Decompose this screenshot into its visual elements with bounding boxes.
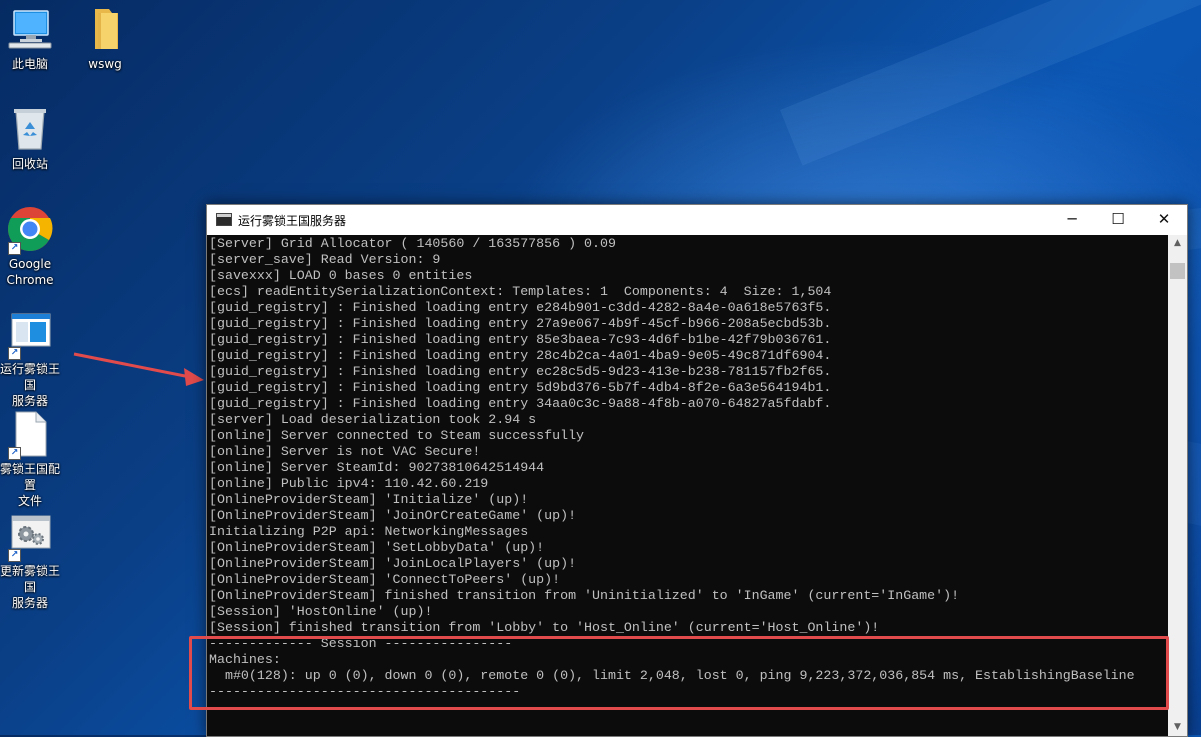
annotation-arrow — [73, 352, 204, 386]
console-line: [savexxx] LOAD 0 bases 0 entities — [209, 268, 473, 283]
console-line: [guid_registry] : Finished loading entry… — [209, 300, 832, 315]
shortcut-arrow-icon: ↗ — [8, 549, 21, 562]
console-line: [online] Server is not VAC Secure! — [209, 444, 481, 459]
text-file-icon: ↗ — [6, 410, 54, 460]
vertical-scrollbar[interactable]: ▲ ▼ — [1168, 235, 1187, 736]
window-title: 运行雾锁王国服务器 — [238, 214, 347, 228]
annotation-highlight-box — [189, 636, 1169, 710]
chrome-icon: ↗ — [6, 205, 54, 255]
folder-icon — [81, 5, 129, 53]
desktop-icon-wswg-folder[interactable]: wswg — [70, 5, 140, 72]
console-line: [guid_registry] : Finished loading entry… — [209, 396, 832, 411]
console-line: [Server] Grid Allocator ( 140560 / 16357… — [209, 236, 616, 251]
recycle-bin-icon — [6, 105, 54, 153]
console-line: [online] Server SteamId: 902738106425149… — [209, 460, 545, 475]
desktop-icon-label: 回收站 — [11, 157, 48, 171]
minimize-button[interactable]: ─ — [1049, 205, 1095, 234]
desktop-icon-recycle-bin[interactable]: 回收站 — [0, 105, 65, 172]
desktop-icon-label: wswg — [88, 57, 122, 71]
console-line: [server_save] Read Version: 9 — [209, 252, 441, 267]
batch-file-icon: ↗ — [6, 310, 54, 360]
console-line: [guid_registry] : Finished loading entry… — [209, 364, 832, 379]
console-line: [server] Load deserialization took 2.94 … — [209, 412, 537, 427]
scroll-down-arrow-icon[interactable]: ▼ — [1168, 719, 1187, 736]
console-line: [OnlineProviderSteam] 'Initialize' (up)! — [209, 492, 529, 507]
console-line: [Session] 'HostOnline' (up)! — [209, 604, 433, 619]
console-line: [OnlineProviderSteam] 'ConnectToPeers' (… — [209, 572, 561, 587]
shortcut-arrow-icon: ↗ — [8, 447, 21, 460]
shortcut-arrow-icon: ↗ — [8, 242, 21, 255]
console-text: [Server] Grid Allocator ( 140560 / 16357… — [207, 235, 1168, 700]
desktop-icon-run-server[interactable]: ↗ 运行雾锁王国 服务器 — [0, 310, 65, 409]
desktop-icon-this-pc[interactable]: 此电脑 — [0, 5, 65, 72]
desktop-icon-google-chrome[interactable]: ↗ Google Chrome — [0, 205, 65, 288]
console-line: [guid_registry] : Finished loading entry… — [209, 380, 832, 395]
console-line: [online] Server connected to Steam succe… — [209, 428, 585, 443]
maximize-button[interactable]: ☐ — [1095, 205, 1141, 234]
console-line: [guid_registry] : Finished loading entry… — [209, 332, 832, 347]
console-line: [Session] finished transition from 'Lobb… — [209, 620, 880, 635]
desktop-icon-label: 雾锁王国配置 文件 — [0, 462, 60, 508]
console-app-icon — [216, 213, 232, 226]
console-line: [guid_registry] : Finished loading entry… — [209, 316, 832, 331]
window-titlebar[interactable]: 运行雾锁王国服务器 ─ ☐ ✕ — [207, 205, 1187, 234]
console-line: [guid_registry] : Finished loading entry… — [209, 348, 832, 363]
console-line: [OnlineProviderSteam] 'SetLobbyData' (up… — [209, 540, 545, 555]
desktop-icon-label: Google Chrome — [6, 257, 54, 287]
desktop-icon-label: 此电脑 — [11, 57, 48, 71]
desktop-icon-update-server[interactable]: ↗ 更新雾锁王国 服务器 — [0, 512, 65, 611]
shortcut-arrow-icon: ↗ — [8, 347, 21, 360]
console-line: [ecs] readEntitySerializationContext: Te… — [209, 284, 832, 299]
wallpaper-light-beam — [780, 0, 1201, 166]
scrollbar-thumb[interactable] — [1170, 263, 1185, 279]
console-line: [OnlineProviderSteam] finished transitio… — [209, 588, 960, 603]
close-button[interactable]: ✕ — [1141, 205, 1187, 234]
desktop-icon-label: 运行雾锁王国 服务器 — [0, 362, 60, 408]
console-line: [OnlineProviderSteam] 'JoinLocalPlayers'… — [209, 556, 577, 571]
desktop-icon-label: 更新雾锁王国 服务器 — [0, 564, 60, 610]
computer-icon — [6, 5, 54, 53]
settings-script-icon: ↗ — [6, 512, 54, 562]
desktop-icon-config-file[interactable]: ↗ 雾锁王国配置 文件 — [0, 410, 65, 509]
scroll-up-arrow-icon[interactable]: ▲ — [1168, 235, 1187, 252]
console-line: Initializing P2P api: NetworkingMessages — [209, 524, 529, 539]
console-line: [online] Public ipv4: 110.42.60.219 — [209, 476, 489, 491]
console-line: [OnlineProviderSteam] 'JoinOrCreateGame'… — [209, 508, 577, 523]
